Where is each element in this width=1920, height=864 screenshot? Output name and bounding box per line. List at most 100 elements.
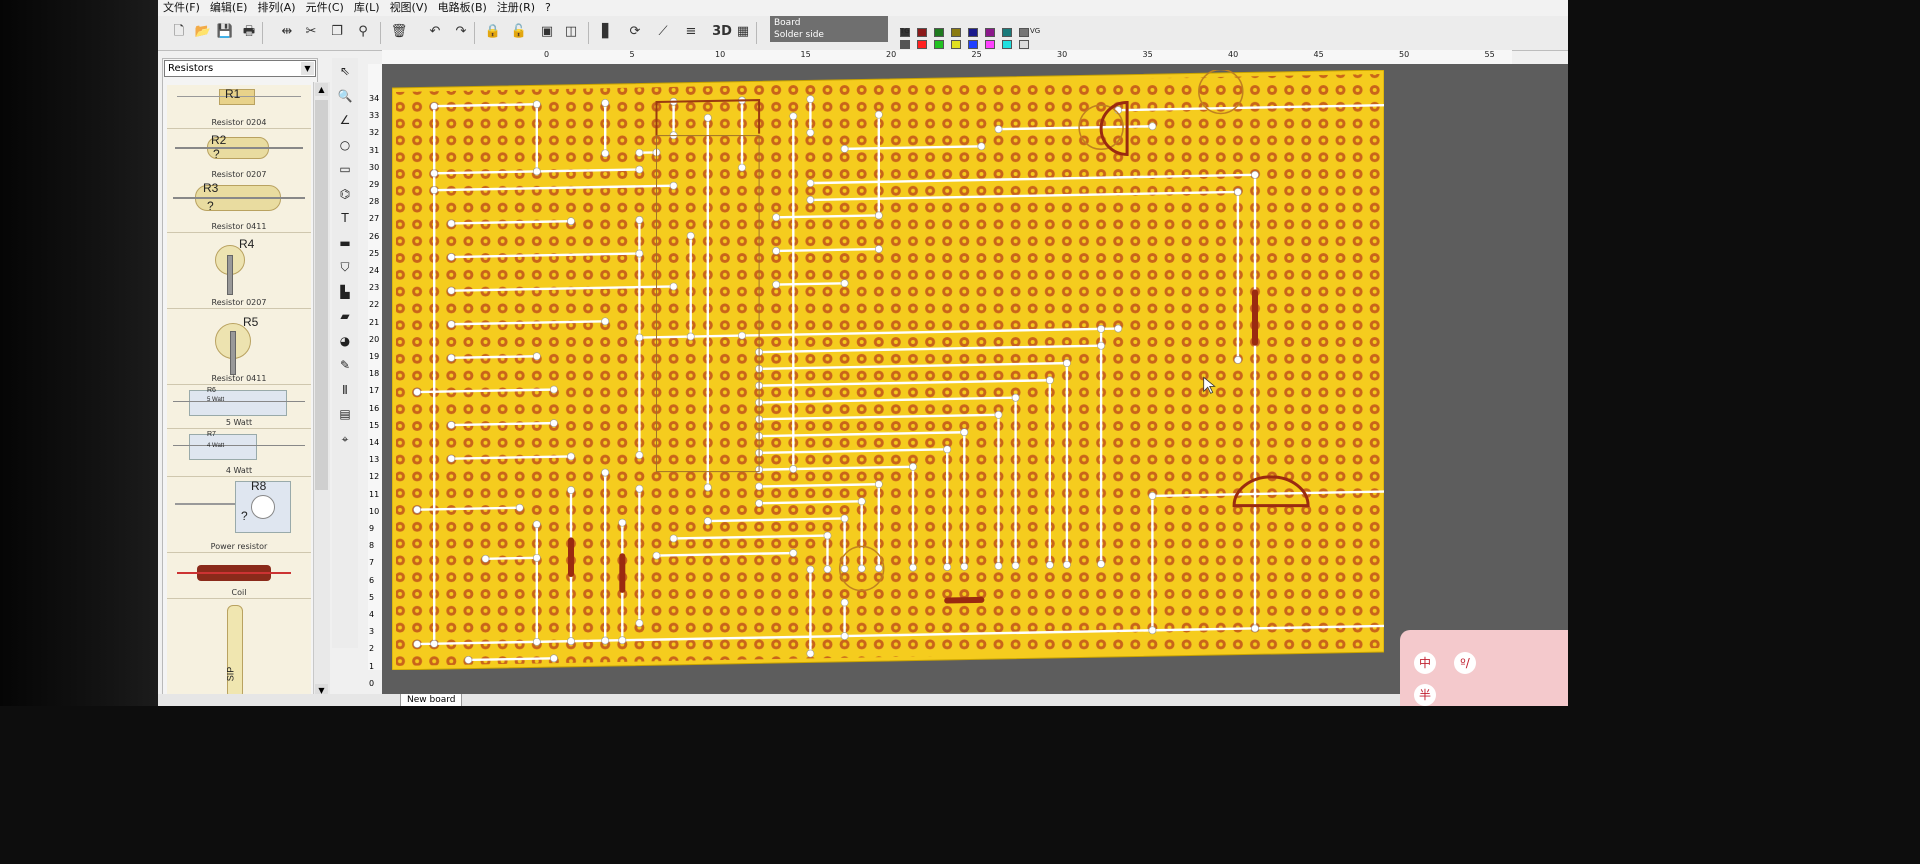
component-r3[interactable]: R3? Resistor 0411 — [167, 177, 311, 233]
layer-color-swatch[interactable] — [985, 40, 995, 49]
layer-color-swatch[interactable] — [900, 40, 910, 49]
photo-icon[interactable]: ▙ — [336, 283, 354, 301]
component-r6[interactable]: R6 5 Watt 5 Watt — [167, 385, 311, 429]
layer-color-swatch[interactable] — [934, 28, 944, 37]
pad-icon[interactable]: ⛉ — [336, 258, 354, 276]
print-icon[interactable]: 🖶 — [240, 23, 258, 41]
component-r4[interactable]: R4 Resistor 0207 — [167, 233, 311, 309]
scroll-up-icon[interactable]: ▲ — [315, 83, 328, 96]
undo-icon[interactable]: ↶ — [426, 23, 444, 41]
bridge-icon[interactable]: Ⅱ — [336, 381, 354, 399]
wire-endpoint — [430, 169, 439, 178]
smd-icon[interactable]: ▬ — [336, 234, 354, 252]
solder-icon[interactable]: ▰ — [336, 307, 354, 325]
vg-layer-label: VG — [1030, 27, 1041, 35]
stripboard-canvas[interactable] — [392, 70, 1384, 670]
component-r1[interactable]: R1 Resistor 0204 — [167, 85, 311, 129]
menu-item-7[interactable]: 注册(R) — [492, 0, 540, 16]
board-workspace[interactable] — [382, 64, 1568, 694]
pointer-icon[interactable]: ⇖ — [336, 62, 354, 80]
layer-color-swatch[interactable] — [934, 40, 944, 49]
menu-item-0[interactable]: 文件(F) — [158, 0, 205, 16]
wire-jumper — [468, 657, 554, 662]
layer-color-swatch[interactable] — [968, 40, 978, 49]
menu-item-3[interactable]: 元件(C) — [301, 0, 349, 16]
autoroute-icon[interactable]: ▤ — [336, 405, 354, 423]
cut-icon[interactable]: ✂ — [302, 23, 320, 41]
ime-symbol-button[interactable]: º/ — [1454, 652, 1476, 674]
layer-color-swatch[interactable] — [1002, 28, 1012, 37]
rect-icon[interactable]: ▭ — [336, 160, 354, 178]
measure-icon[interactable]: ⌖ — [336, 430, 354, 448]
text-icon[interactable]: T — [336, 209, 354, 227]
back-icon[interactable]: ◫ — [562, 23, 580, 41]
component-coil[interactable]: Coil — [167, 553, 311, 599]
ruler-left-label: 0 — [369, 678, 375, 688]
ruler-left-label: 30 — [369, 162, 380, 172]
wire-endpoint — [806, 179, 815, 188]
wire-endpoint — [772, 280, 781, 289]
scroll-thumb[interactable] — [315, 100, 328, 490]
bars-icon[interactable]: ▋ — [598, 23, 616, 41]
polygon-icon[interactable]: ⌬ — [336, 185, 354, 203]
tab-new-board[interactable]: New board — [400, 694, 463, 706]
menu-item-4[interactable]: 库(L) — [349, 0, 385, 16]
ruler-left-label: 17 — [369, 386, 380, 396]
rotate-icon[interactable]: ⟳ — [626, 23, 644, 41]
layer-color-swatch[interactable] — [951, 40, 961, 49]
fill-icon[interactable]: ◕ — [336, 332, 354, 350]
wire-endpoint — [413, 640, 421, 648]
layer-color-swatch[interactable] — [1019, 40, 1029, 49]
wire-endpoint — [669, 282, 678, 291]
menu-item-2[interactable]: 排列(A) — [252, 0, 300, 16]
component-r2[interactable]: R2? Resistor 0207 — [167, 129, 311, 181]
front-icon[interactable]: ▣ — [538, 23, 556, 41]
layer-color-swatch[interactable] — [968, 28, 978, 37]
category-select[interactable]: Resistors ▼ — [164, 60, 316, 77]
wire-endpoint — [549, 385, 558, 394]
3d-button[interactable]: 3D — [710, 23, 734, 41]
flip-icon[interactable]: ⇹ — [278, 23, 296, 41]
redo-icon[interactable]: ↷ — [452, 23, 470, 41]
menu-item-6[interactable]: 电路板(B) — [433, 0, 492, 16]
wire-endpoint — [532, 520, 541, 529]
layer-color-swatch[interactable] — [985, 28, 995, 37]
layer-color-swatch[interactable] — [1019, 28, 1029, 37]
chevron-down-icon[interactable]: ▼ — [301, 62, 314, 75]
test-icon[interactable]: ✎ — [336, 356, 354, 374]
wire-endpoint — [857, 564, 866, 573]
menu-item-8[interactable]: ? — [540, 0, 556, 16]
menu-item-1[interactable]: 编辑(E) — [205, 0, 253, 16]
ruler-left-label: 28 — [369, 197, 380, 207]
delete-icon[interactable]: 🗑 — [390, 23, 408, 41]
ime-width-button[interactable]: 半 — [1414, 684, 1436, 706]
ime-lang-button[interactable]: 中 — [1414, 652, 1436, 674]
save-icon[interactable]: 💾 — [216, 23, 234, 41]
component-r7[interactable]: R7 4 Watt 4 Watt — [167, 429, 311, 477]
unlock-icon[interactable]: 🔓 — [510, 23, 528, 41]
layer-color-swatch[interactable] — [951, 28, 961, 37]
circle-icon[interactable]: ○ — [336, 136, 354, 154]
lock-icon[interactable]: 🔒 — [484, 23, 502, 41]
copy-icon[interactable]: ❐ — [328, 23, 346, 41]
open-icon[interactable]: 📂 — [194, 23, 212, 41]
mirror-icon[interactable]: ⟋ — [654, 23, 672, 41]
panel-scrollbar[interactable]: ▲ ▼ — [313, 82, 330, 698]
component-icon[interactable]: ⚲ — [354, 23, 372, 41]
component-sip[interactable]: SIP — [167, 599, 311, 699]
new-icon[interactable]: 🗋 — [170, 23, 188, 41]
component-r8[interactable]: R8? Power resistor — [167, 477, 311, 553]
ruler-top-label: 40 — [1228, 50, 1239, 59]
grid-icon[interactable]: ▦ — [734, 23, 752, 41]
board-side-indicator[interactable]: Board Solder side — [770, 16, 888, 42]
layer-color-swatch[interactable] — [917, 28, 927, 37]
component-r5[interactable]: R5 Resistor 0411 — [167, 309, 311, 385]
layer-color-swatch[interactable] — [917, 40, 927, 49]
ruler-top-label: 20 — [886, 50, 897, 59]
layer-color-swatch[interactable] — [1002, 40, 1012, 49]
component-sub: ? — [213, 147, 220, 161]
track-icon[interactable]: ∠ — [336, 111, 354, 129]
zoom-icon[interactable]: 🔍 — [336, 87, 354, 105]
menu-item-5[interactable]: 视图(V) — [385, 0, 433, 16]
align-icon[interactable]: ≡ — [682, 23, 700, 41]
